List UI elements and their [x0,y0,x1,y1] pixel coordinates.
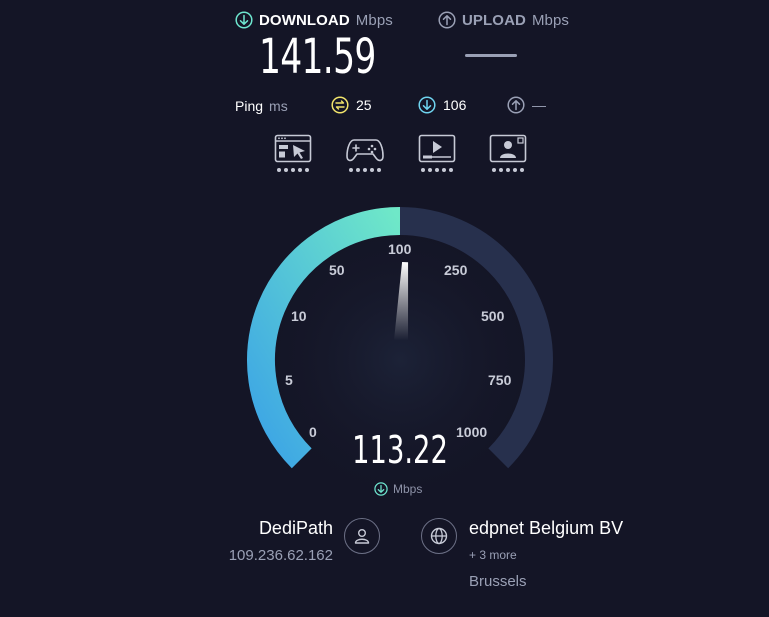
provider-button[interactable] [344,518,380,554]
gauge-tick-50: 50 [329,262,345,278]
provider-name: DediPath [258,518,333,538]
server-name: edpnet Belgium BV [469,518,624,538]
server-button[interactable] [421,518,457,554]
gauge-tick-0: 0 [309,424,317,440]
speed-gauge [247,207,553,500]
globe-icon [430,527,448,545]
server-more-link[interactable]: + 3 more [469,548,517,562]
current-speed-value: 113.22 [352,428,448,472]
gauge-tick-100: 100 [388,241,412,257]
gauge-tick-5: 5 [285,372,293,388]
gauge-tick-250: 250 [444,262,468,278]
current-speed-unit: Mbps [374,482,422,496]
gauge-tick-10: 10 [291,308,307,324]
gauge-tick-500: 500 [481,308,505,324]
server-location: Brussels [469,573,527,590]
provider-ip: 109.236.62.162 [228,547,333,564]
current-speed-unit-label: Mbps [393,482,423,496]
download-arrow-icon [374,482,388,496]
gauge-tick-750: 750 [488,372,512,388]
user-icon [354,529,370,544]
